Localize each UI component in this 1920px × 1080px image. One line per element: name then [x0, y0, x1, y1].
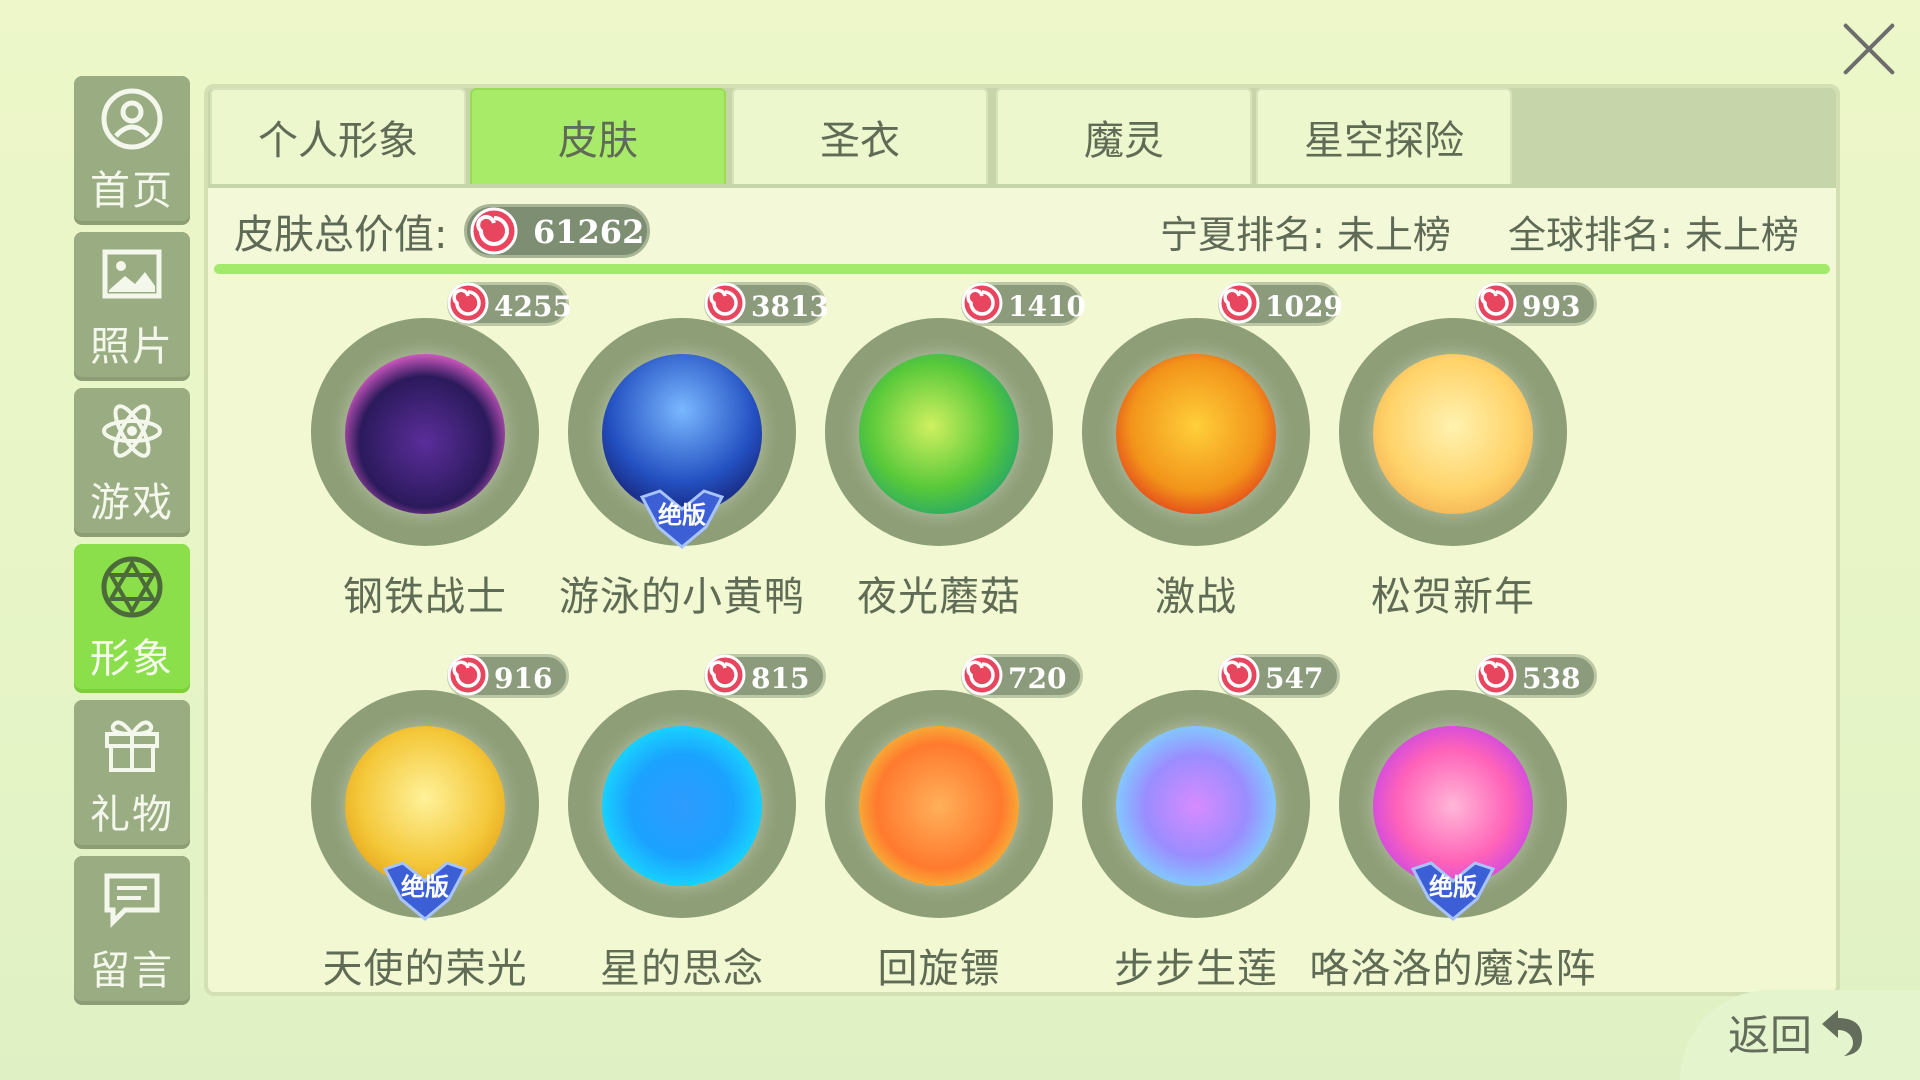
sidebar-item-label: 礼物: [90, 791, 174, 838]
sidebar-item-label: 留言: [90, 947, 174, 994]
sidebar-item-label: 首页: [90, 167, 174, 214]
tab-personal-image[interactable]: 个人形象: [210, 88, 466, 184]
region-rank: 宁夏排名: 未上榜: [1160, 213, 1451, 257]
hexagram-icon: [101, 556, 163, 617]
fierce-battle-orb: [1116, 354, 1276, 514]
limited-edition-label: 绝版: [658, 501, 706, 529]
total-value-label: 皮肤总价值:: [234, 212, 448, 258]
candy-coin-icon: [470, 207, 518, 255]
sidebar-item-label: 形象: [90, 635, 174, 682]
skin-grid: 4255 钢铁战士 3813 绝版 游泳的小黄鸭 1410 夜光蘑菇 1029 激战 993 松贺新…: [208, 282, 1836, 992]
global-rank: 全球排名: 未上榜: [1508, 213, 1799, 257]
skin-panel: 个人形象 皮肤 圣衣 魔灵 星空探险 皮肤总价值: 61262 宁夏排名: 未上…: [204, 84, 1840, 996]
skin-price-badge: 993: [1475, 282, 1597, 326]
skin-name: 松贺新年: [1371, 574, 1535, 620]
message-icon: [104, 873, 160, 928]
limited-edition-badge: 绝版: [1407, 859, 1499, 923]
skin-item[interactable]: 538 绝版咯洛洛的魔法阵: [1290, 654, 1597, 992]
limited-edition-label: 绝版: [401, 873, 449, 901]
sidebar: 首页 照片 游戏 形象 礼物 留言: [74, 76, 190, 1012]
skin-price-badge: 538: [1475, 654, 1597, 698]
candy-coin-icon: [447, 654, 489, 696]
sidebar-item-photos[interactable]: 照片: [74, 232, 190, 381]
candy-coin-icon: [1218, 654, 1260, 696]
steel-warrior-orb: [345, 354, 505, 514]
total-value-badge: 61262: [464, 204, 650, 258]
skin-item[interactable]: 3813 绝版 游泳的小黄鸭: [519, 282, 829, 632]
tab-star-adventure[interactable]: 星空探险: [1256, 88, 1512, 184]
skin-price: 993: [1522, 290, 1581, 323]
skin-name: 咯洛洛的魔法阵: [1309, 946, 1597, 992]
back-button[interactable]: 返回: [1728, 1002, 1872, 1062]
home-profile-icon: [101, 88, 163, 149]
gift-icon: [105, 719, 159, 772]
tab-bar: 个人形象 皮肤 圣衣 魔灵 星空探险: [208, 88, 1836, 188]
skin-price: 538: [1522, 662, 1581, 695]
skin-item[interactable]: 815 星的思念: [519, 654, 826, 992]
sidebar-item-games[interactable]: 游戏: [74, 388, 190, 537]
skin-item[interactable]: 720 回旋镖: [776, 654, 1083, 992]
tab-skins[interactable]: 皮肤: [470, 88, 726, 184]
candy-coin-icon: [1218, 282, 1260, 324]
candy-coin-icon: [961, 282, 1003, 324]
candy-coin-icon: [447, 282, 489, 324]
glow-mushroom-orb: [859, 354, 1019, 514]
back-label: 返回: [1727, 1010, 1812, 1060]
atom-icon: [102, 403, 162, 458]
candy-coin-icon: [704, 654, 746, 696]
skin-item[interactable]: 993 松贺新年: [1290, 282, 1597, 632]
skin-item[interactable]: 1410 夜光蘑菇: [776, 282, 1086, 632]
sidebar-item-label: 游戏: [90, 479, 174, 526]
sidebar-item-home[interactable]: 首页: [74, 76, 190, 225]
skin-item[interactable]: 547 步步生莲: [1033, 654, 1340, 992]
candy-coin-icon: [1475, 282, 1517, 324]
sidebar-item-gifts[interactable]: 礼物: [74, 700, 190, 849]
limited-edition-label: 绝版: [1429, 873, 1477, 901]
tab-demon-spirit[interactable]: 魔灵: [996, 88, 1252, 184]
limited-edition-badge: 绝版: [379, 859, 471, 923]
return-arrow-icon: [1822, 1010, 1862, 1056]
candy-coin-icon: [961, 654, 1003, 696]
candy-coin-icon: [1475, 654, 1517, 696]
sidebar-item-messages[interactable]: 留言: [74, 856, 190, 1005]
close-button[interactable]: [1838, 18, 1900, 80]
skin-item[interactable]: 916 绝版 天使的荣光: [262, 654, 569, 992]
photo-icon: [102, 249, 162, 298]
candy-coin-icon: [704, 282, 746, 324]
sidebar-item-avatar[interactable]: 形象: [74, 544, 190, 693]
lotus-orb: [1116, 726, 1276, 886]
sidebar-item-label: 照片: [90, 323, 174, 370]
total-value: 61262: [533, 213, 645, 251]
skin-item[interactable]: 4255 钢铁战士: [262, 282, 572, 632]
tab-holy-armor[interactable]: 圣衣: [732, 88, 988, 184]
new-year-orb: [1373, 354, 1533, 514]
limited-edition-badge: 绝版: [636, 487, 728, 551]
star-longing-orb: [602, 726, 762, 886]
boomerang-orb: [859, 726, 1019, 886]
skin-item[interactable]: 1029 激战: [1033, 282, 1343, 632]
skin-value-bar: 皮肤总价值: 61262 宁夏排名: 未上榜 全球排名: 未上榜: [208, 188, 1836, 274]
